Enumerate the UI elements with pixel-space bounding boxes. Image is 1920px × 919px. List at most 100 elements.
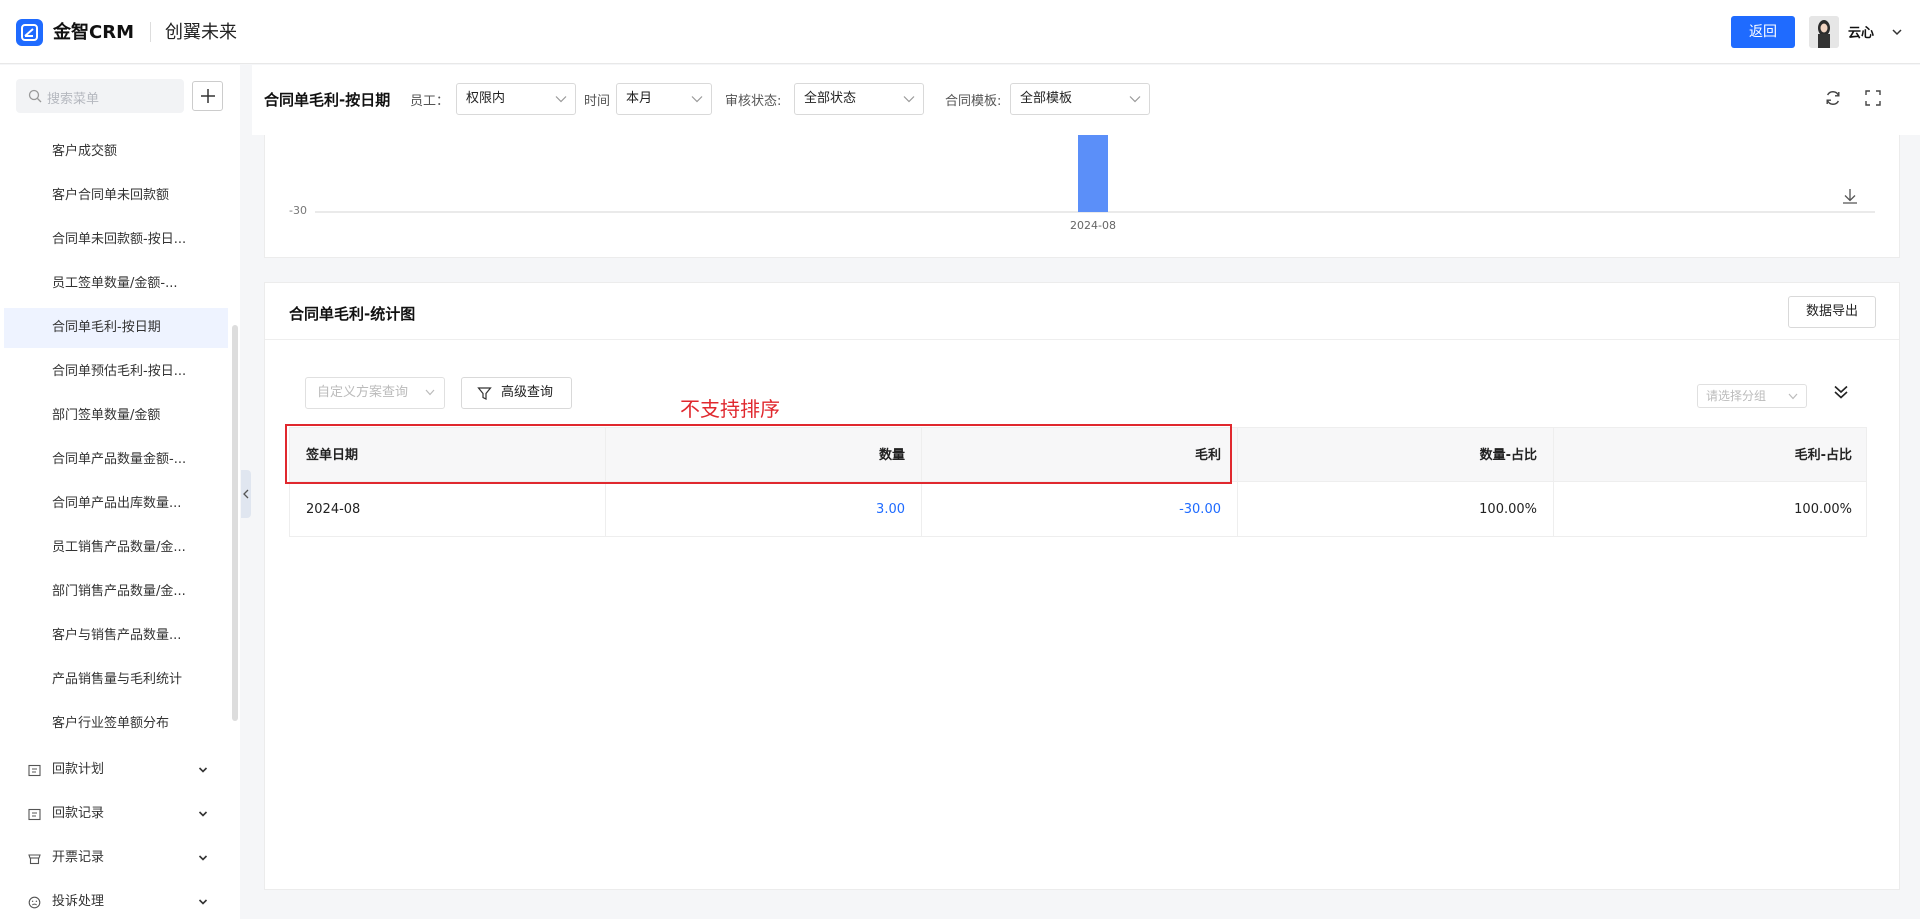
chevron-down-icon <box>1788 393 1798 400</box>
group-placeholder: 请选择分组 <box>1706 389 1767 403</box>
sidebar: 搜索菜单 客户成交额 客户合同单未回款额 合同单未回款额-按日... 员工签单数… <box>0 65 240 919</box>
receipt-icon <box>28 764 41 777</box>
double-chevron-down-icon[interactable] <box>1832 383 1850 401</box>
logo-icon <box>16 19 43 46</box>
export-button[interactable]: 数据导出 <box>1788 296 1876 328</box>
sidebar-group-invoice[interactable]: 开票记录 <box>0 838 224 878</box>
sidebar-group-complaint[interactable]: 投诉处理 <box>0 882 224 919</box>
time-value: 本月 <box>626 91 653 106</box>
annotation-highlight-box <box>285 424 1232 484</box>
advanced-query-button[interactable]: 高级查询 <box>461 377 572 409</box>
brand-divider <box>150 22 151 42</box>
sidebar-item[interactable]: 员工销售产品数量/金... <box>4 528 228 568</box>
time-select[interactable]: 本月 <box>616 83 712 115</box>
cell-qty-link[interactable]: 3.00 <box>606 482 922 536</box>
chevron-down-icon <box>903 96 915 103</box>
annotation-text: 不支持排序 <box>680 397 780 421</box>
chevron-down-icon <box>198 899 208 905</box>
sidebar-group-label: 回款计划 <box>52 762 105 777</box>
chart-bar[interactable] <box>1078 135 1108 212</box>
audit-value: 全部状态 <box>804 91 857 106</box>
chevron-left-icon <box>243 489 249 499</box>
chevron-down-icon <box>198 767 208 773</box>
invoice-icon <box>28 854 41 865</box>
column-header-profit-ratio: 毛利-占比 <box>1794 448 1852 463</box>
chevron-down-icon <box>555 96 567 103</box>
panel-title: 合同单毛利-统计图 <box>289 305 416 323</box>
page-title: 合同单毛利-按日期 <box>264 91 391 109</box>
template-label: 合同模板: <box>945 94 1002 109</box>
sidebar-collapse-toggle[interactable] <box>241 470 251 518</box>
employee-value: 权限内 <box>466 91 506 106</box>
chevron-down-icon <box>198 855 208 861</box>
username[interactable]: 云心 <box>1848 22 1874 41</box>
cell-profit-link[interactable]: -30.00 <box>922 482 1238 536</box>
sidebar-scrollbar[interactable] <box>232 325 238 721</box>
top-bar: 金智CRM 创翼未来 返回 云心 <box>0 0 1920 64</box>
x-tick-label: 2024-08 <box>1070 219 1116 232</box>
chevron-down-icon <box>1129 96 1141 103</box>
complaint-icon <box>28 896 41 909</box>
fullscreen-icon[interactable] <box>1864 89 1882 107</box>
sidebar-item[interactable]: 部门销售产品数量/金... <box>4 572 228 612</box>
sidebar-item[interactable]: 合同单预估毛利-按日... <box>4 352 228 392</box>
filter-bar: 合同单毛利-按日期 员工： 权限内 时间 本月 审核状态: 全部状态 合同模板:… <box>252 65 1920 135</box>
employee-label: 员工： <box>410 94 450 109</box>
employee-select[interactable]: 权限内 <box>456 83 576 115</box>
stats-panel: 合同单毛利-统计图 数据导出 自定义方案查询 高级查询 不支持排序 请选择分组 … <box>264 282 1900 890</box>
sidebar-group-label: 回款记录 <box>52 806 105 821</box>
advanced-query-label: 高级查询 <box>501 385 554 400</box>
sidebar-group-label: 投诉处理 <box>52 894 105 909</box>
cell-date: 2024-08 <box>290 482 606 536</box>
sidebar-group-payment-record[interactable]: 回款记录 <box>0 794 224 834</box>
custom-query-select[interactable]: 自定义方案查询 <box>305 377 445 409</box>
plus-icon <box>201 89 215 103</box>
sidebar-item[interactable]: 合同单产品数量金额-... <box>4 440 228 480</box>
column-header-qty-ratio: 数量-占比 <box>1238 428 1554 481</box>
chevron-down-icon <box>691 96 703 103</box>
back-button[interactable]: 返回 <box>1731 16 1795 48</box>
sidebar-item[interactable]: 客户成交额 <box>4 132 228 172</box>
chart-panel: -30 2024-08 <box>264 135 1900 258</box>
group-select[interactable]: 请选择分组 <box>1697 384 1807 408</box>
chevron-down-icon <box>425 389 435 396</box>
cell-qty-ratio: 100.00% <box>1238 482 1554 536</box>
time-label: 时间 <box>584 94 611 109</box>
sidebar-group-label: 开票记录 <box>52 850 105 865</box>
template-select[interactable]: 全部模板 <box>1010 83 1150 115</box>
table-row: 2024-08 3.00 -30.00 100.00% 100.00% <box>289 482 1867 537</box>
audit-status-select[interactable]: 全部状态 <box>794 83 924 115</box>
sidebar-group-payment-plan[interactable]: 回款计划 <box>0 750 224 790</box>
refresh-icon[interactable] <box>1824 89 1842 107</box>
sidebar-item-active[interactable]: 合同单毛利-按日期 <box>4 308 228 348</box>
add-button[interactable] <box>192 81 223 111</box>
avatar[interactable] <box>1809 16 1839 48</box>
search-input[interactable]: 搜索菜单 <box>16 79 184 113</box>
chevron-down-icon <box>198 811 208 817</box>
sidebar-item[interactable]: 客户与销售产品数量... <box>4 616 228 656</box>
receipt-icon <box>28 808 41 821</box>
sidebar-item[interactable]: 产品销售量与毛利统计 <box>4 660 228 700</box>
search-icon <box>28 89 42 103</box>
chart-svg: -30 2024-08 <box>289 135 1875 232</box>
cell-profit-ratio: 100.00% <box>1794 502 1852 517</box>
y-tick-label: -30 <box>289 204 307 217</box>
brand-name: 金智CRM <box>53 22 134 43</box>
search-placeholder: 搜索菜单 <box>47 92 100 107</box>
sidebar-item[interactable]: 合同单未回款额-按日... <box>4 220 228 260</box>
sidebar-item[interactable]: 部门签单数量/金额 <box>4 396 228 436</box>
sidebar-item[interactable]: 员工签单数量/金额-... <box>4 264 228 304</box>
bar-series <box>1078 135 1108 212</box>
audit-label: 审核状态: <box>725 94 782 109</box>
download-icon[interactable] <box>1841 187 1859 205</box>
sidebar-item[interactable]: 客户合同单未回款额 <box>4 176 228 216</box>
filter-icon <box>477 387 492 400</box>
x-tick-labels: 2024-08 <box>1070 219 1116 232</box>
divider <box>265 339 1899 340</box>
template-value: 全部模板 <box>1020 91 1073 106</box>
custom-query-placeholder: 自定义方案查询 <box>317 385 409 400</box>
sidebar-item[interactable]: 合同单产品出库数量... <box>4 484 228 524</box>
sidebar-item[interactable]: 客户行业签单额分布 <box>4 704 228 744</box>
org-name: 创翼未来 <box>165 22 237 43</box>
chevron-down-icon[interactable] <box>1891 26 1903 38</box>
